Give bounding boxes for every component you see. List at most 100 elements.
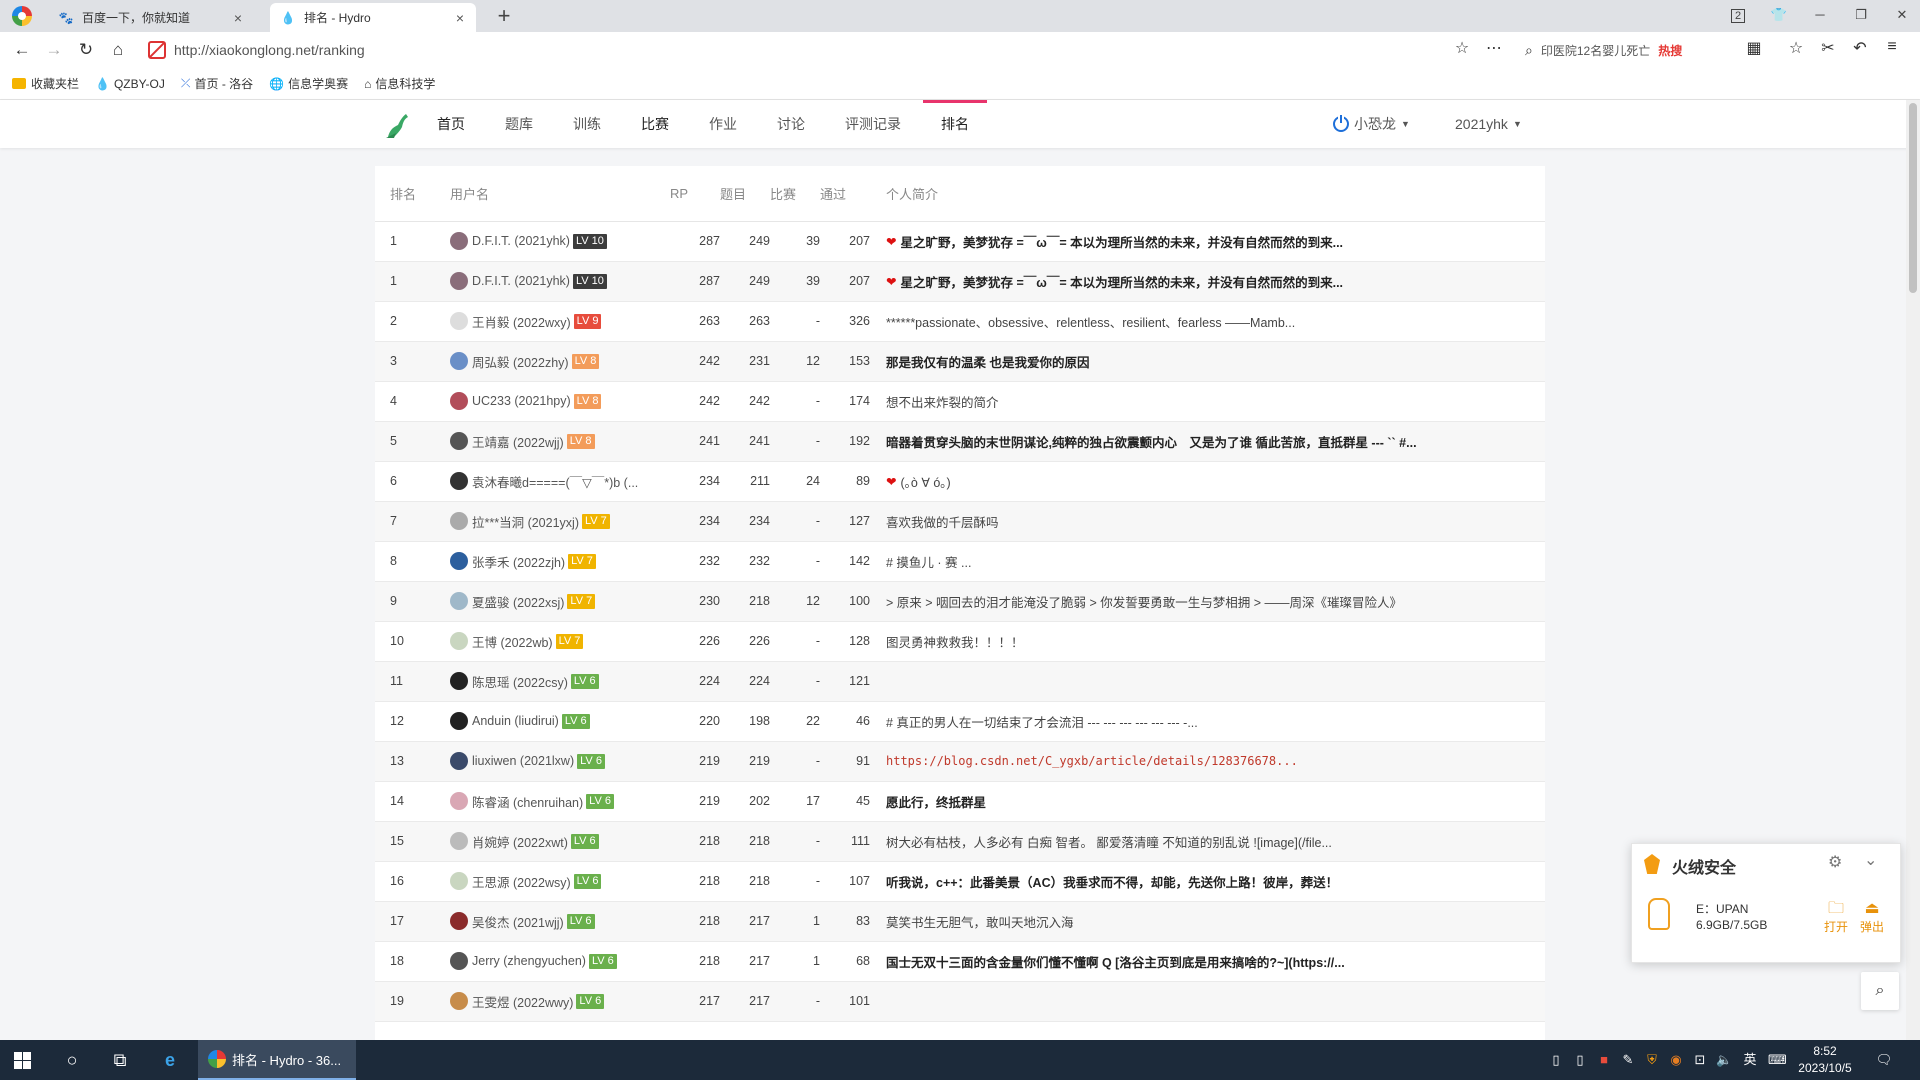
- user-menu[interactable]: 小恐龙 ▼: [1333, 100, 1410, 148]
- undo-icon[interactable]: ↶: [1848, 38, 1872, 58]
- avatar[interactable]: [450, 872, 468, 890]
- notification-icon[interactable]: 🗨: [1872, 1040, 1896, 1080]
- username-link[interactable]: 吴俊杰 (2021wjj): [472, 912, 564, 931]
- shirt-icon[interactable]: 👕: [1764, 3, 1794, 27]
- usb-tray-icon[interactable]: ▯: [1548, 1040, 1564, 1080]
- tab-close-icon[interactable]: ×: [452, 10, 468, 26]
- reload-icon[interactable]: ↻: [74, 38, 98, 62]
- nav-problems[interactable]: 题库: [505, 100, 533, 148]
- scrollbar-thumb[interactable]: [1909, 103, 1917, 293]
- username-link[interactable]: 王思源 (2022wsy): [472, 872, 571, 891]
- nav-records[interactable]: 评测记录: [845, 100, 901, 148]
- avatar[interactable]: [450, 792, 468, 810]
- usb-drive-tray-icon[interactable]: ▯: [1572, 1040, 1588, 1080]
- username-link[interactable]: D.F.I.T. (2021yhk): [472, 274, 570, 288]
- app-tray-icon[interactable]: ■: [1596, 1040, 1612, 1080]
- keyboard-icon[interactable]: ⌨: [1768, 1040, 1787, 1080]
- avatar[interactable]: [450, 352, 468, 370]
- avatar[interactable]: [450, 472, 468, 490]
- nav-training[interactable]: 训练: [573, 100, 601, 148]
- cortana-icon[interactable]: ○: [48, 1040, 96, 1080]
- system-clock[interactable]: 8:52 2023/10/5: [1790, 1043, 1860, 1077]
- bookmark-folder[interactable]: 收藏夹栏: [12, 75, 79, 92]
- more-icon[interactable]: ⋯: [1482, 38, 1506, 58]
- username-link[interactable]: 肖婉婷 (2022xwt): [472, 832, 568, 851]
- tab-baidu[interactable]: 🐾 百度一下，你就知道 ×: [48, 3, 254, 32]
- gear-icon[interactable]: ⚙: [1828, 852, 1842, 872]
- menu-icon[interactable]: ≡: [1880, 38, 1904, 56]
- username-link[interactable]: 张季禾 (2022zjh): [472, 552, 565, 571]
- username-link[interactable]: 拉***当洞 (2021yxj): [472, 512, 579, 531]
- username-link[interactable]: 陈思瑶 (2022csy): [472, 672, 568, 691]
- tab-close-icon[interactable]: ×: [230, 10, 246, 26]
- avatar[interactable]: [450, 912, 468, 930]
- avatar[interactable]: [450, 952, 468, 970]
- floating-search-icon[interactable]: ⌕: [1861, 972, 1899, 1010]
- network-icon[interactable]: ⊡: [1692, 1040, 1708, 1080]
- chevron-down-icon[interactable]: ⌄: [1864, 850, 1877, 870]
- bio-text[interactable]: https://blog.csdn.net/C_ygxb/article/det…: [886, 754, 1446, 768]
- avatar[interactable]: [450, 312, 468, 330]
- username-link[interactable]: 陈睿涵 (chenruihan): [472, 792, 583, 811]
- nav-home[interactable]: 首页: [437, 100, 465, 148]
- nav-homework[interactable]: 作业: [709, 100, 737, 148]
- restore-icon[interactable]: ❐: [1846, 3, 1876, 27]
- forward-icon[interactable]: →: [42, 38, 66, 62]
- bookmark-xinxi[interactable]: 🌐 信息学奥赛: [269, 75, 348, 92]
- bookmark-qzby[interactable]: 💧 QZBY-OJ: [95, 77, 165, 91]
- task-view-icon[interactable]: ⧉: [96, 1040, 144, 1080]
- new-tab-button[interactable]: +: [492, 3, 516, 29]
- ie-icon[interactable]: e: [146, 1040, 194, 1080]
- search-box[interactable]: ⌕ 印医院12名婴儿死亡 热搜: [1525, 39, 1735, 61]
- nav-discussion[interactable]: 讨论: [777, 100, 805, 148]
- username-link[interactable]: 周弘毅 (2022zhy): [472, 352, 569, 371]
- browser-logo-icon[interactable]: [12, 6, 32, 26]
- avatar[interactable]: [450, 272, 468, 290]
- tab-hydro-ranking[interactable]: 💧 排名 - Hydro ×: [270, 3, 476, 32]
- pen-tray-icon[interactable]: ✎: [1620, 1040, 1636, 1080]
- taskbar-app-browser[interactable]: 排名 - Hydro - 36...: [198, 1040, 356, 1080]
- bookmark-luogu[interactable]: ⤫ 首页 - 洛谷: [181, 75, 253, 92]
- username-link[interactable]: 王雯煜 (2022wwy): [472, 992, 573, 1011]
- back-icon[interactable]: ←: [10, 38, 34, 62]
- favorites-icon[interactable]: ☆: [1784, 38, 1808, 58]
- username-link[interactable]: 王肖毅 (2022wxy): [472, 312, 571, 331]
- avatar[interactable]: [450, 552, 468, 570]
- avatar[interactable]: [450, 752, 468, 770]
- avatar[interactable]: [450, 832, 468, 850]
- avatar[interactable]: [450, 992, 468, 1010]
- username-link[interactable]: 夏盛骏 (2022xsj): [472, 592, 564, 611]
- username-link[interactable]: 王博 (2022wb): [472, 632, 553, 651]
- home-icon[interactable]: ⌂: [106, 38, 130, 62]
- eject-drive-button[interactable]: ⏏ 弹出: [1858, 900, 1886, 935]
- page-scrollbar[interactable]: [1906, 100, 1920, 1040]
- browser-tray-icon[interactable]: ◉: [1668, 1040, 1684, 1080]
- account-menu[interactable]: 2021yhk ▼: [1455, 100, 1522, 148]
- username-link[interactable]: Anduin (liudirui): [472, 714, 559, 728]
- avatar[interactable]: [450, 232, 468, 250]
- minimize-icon[interactable]: ─: [1805, 3, 1835, 27]
- username-link[interactable]: Jerry (zhengyuchen): [472, 954, 586, 968]
- ime-indicator[interactable]: 英: [1740, 1040, 1760, 1080]
- username-link[interactable]: D.F.I.T. (2021yhk): [472, 234, 570, 248]
- hot-search-label[interactable]: 热搜: [1658, 42, 1682, 59]
- shield-tray-icon[interactable]: ⛨: [1644, 1040, 1660, 1080]
- dinosaur-logo-icon[interactable]: [384, 111, 410, 139]
- avatar[interactable]: [450, 632, 468, 650]
- avatar[interactable]: [450, 672, 468, 690]
- window-badge[interactable]: 2: [1723, 3, 1753, 27]
- nav-ranking[interactable]: 排名: [923, 100, 987, 148]
- username-link[interactable]: UC233 (2021hpy): [472, 394, 571, 408]
- apps-grid-icon[interactable]: ▦: [1742, 38, 1766, 58]
- scissors-icon[interactable]: ✂: [1816, 38, 1840, 58]
- username-link[interactable]: liuxiwen (2021lxw): [472, 754, 574, 768]
- bookmark-keji[interactable]: ⌂ 信息科技学: [364, 75, 435, 92]
- avatar[interactable]: [450, 432, 468, 450]
- close-window-icon[interactable]: ✕: [1887, 3, 1917, 27]
- avatar[interactable]: [450, 392, 468, 410]
- start-button[interactable]: [0, 1040, 48, 1080]
- username-link[interactable]: 袁沐春曦d=====(￣▽￣*)b (...: [472, 472, 638, 491]
- avatar[interactable]: [450, 512, 468, 530]
- volume-icon[interactable]: 🔈: [1716, 1040, 1732, 1080]
- address-bar[interactable]: http://xiaokonglong.net/ranking: [140, 36, 1490, 64]
